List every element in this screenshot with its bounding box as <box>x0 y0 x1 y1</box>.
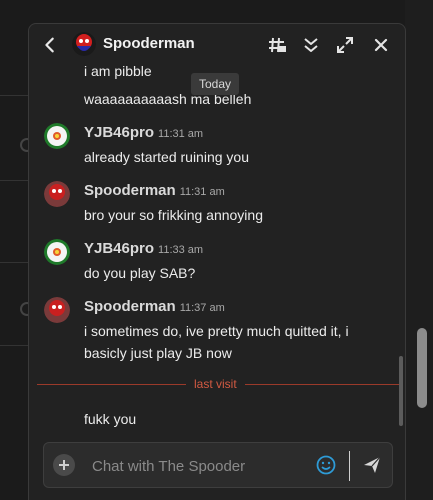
chat-scrollbar-thumb[interactable] <box>399 356 403 426</box>
page-scrollbar-thumb[interactable] <box>417 328 427 408</box>
back-arrow-icon[interactable] <box>41 36 59 54</box>
chat-header: Spooderman <box>29 24 405 66</box>
plus-icon <box>59 460 69 470</box>
avatar[interactable] <box>72 32 96 56</box>
background-divider <box>0 95 30 96</box>
username[interactable]: Spooderman <box>84 182 176 199</box>
message-text: already started ruining you <box>84 149 249 165</box>
thread-icon[interactable] <box>267 35 287 55</box>
avatar[interactable] <box>44 123 70 149</box>
page-scrollbar-track <box>405 0 433 500</box>
username[interactable]: YJB46pro <box>84 240 154 257</box>
avatar[interactable] <box>44 297 70 323</box>
timestamp: 11:37 am <box>179 302 225 314</box>
message-author[interactable]: Spooderman 11:31 am <box>84 182 225 199</box>
chat-input[interactable] <box>90 453 304 479</box>
message-list[interactable]: i am pibble waaaaaaaaaash ma belleh YJB4… <box>29 66 405 440</box>
message-text: i sometimes do, ive pretty much quitted … <box>84 323 349 361</box>
background-divider <box>0 345 30 346</box>
timestamp: 11:31 am <box>179 186 225 198</box>
message-author[interactable]: YJB46pro 11:31 am <box>84 124 203 141</box>
date-tooltip: Today <box>191 73 240 95</box>
message-author[interactable]: YJB46pro 11:33 am <box>84 240 203 257</box>
chat-window: Spooderman i am pibble waaaaaaaaaash ma … <box>28 23 406 500</box>
timestamp: 11:31 am <box>158 128 204 140</box>
message-text: do you play SAB? <box>84 265 196 281</box>
add-attachment-button[interactable] <box>53 454 75 476</box>
last-visit-label: last visit <box>186 377 245 391</box>
avatar[interactable] <box>44 181 70 207</box>
composer-separator <box>349 451 350 481</box>
collapse-icon[interactable] <box>301 35 321 55</box>
message-text: bro your so frikking annoying <box>84 207 263 223</box>
avatar[interactable] <box>44 239 70 265</box>
close-icon[interactable] <box>371 35 391 55</box>
timestamp: 11:33 am <box>158 244 204 256</box>
chat-composer <box>43 442 393 488</box>
background-divider <box>0 262 30 263</box>
message-author[interactable]: Spooderman 11:37 am <box>84 298 225 315</box>
message-text: fukk you <box>84 411 137 427</box>
background-divider <box>0 180 30 181</box>
emoji-icon[interactable] <box>316 455 336 475</box>
send-icon[interactable] <box>362 455 382 475</box>
expand-icon[interactable] <box>335 35 355 55</box>
username[interactable]: YJB46pro <box>84 124 154 141</box>
chat-title[interactable]: Spooderman <box>103 35 195 52</box>
username[interactable]: Spooderman <box>84 298 176 315</box>
